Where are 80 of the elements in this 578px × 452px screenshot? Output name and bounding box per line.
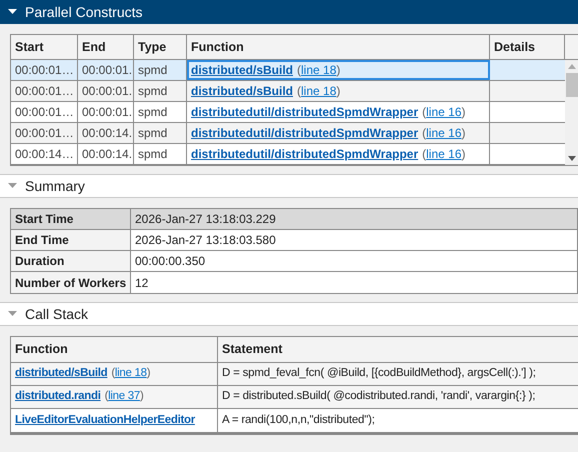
function-link[interactable]: distributedutil/distributedSpmdWrapper: [191, 105, 418, 119]
table-cell: spmd: [134, 123, 187, 143]
collapse-triangle-icon: [8, 183, 17, 189]
function-link[interactable]: distributedutil/distributedSpmdWrapper: [191, 147, 418, 161]
paren: (: [422, 147, 426, 161]
column-header[interactable]: Details: [490, 35, 565, 59]
table-row[interactable]: 00:00:14… 00:00:14. spmd distributedutil/distributedSpmdWrapper (line 16): [11, 144, 565, 165]
function-link[interactable]: distributed/sBuild: [191, 84, 293, 98]
column-header[interactable]: Statement: [218, 337, 578, 362]
table-row[interactable]: 00:00:01… 00:00:01. spmd distributed/sBuild (line 18): [11, 81, 565, 102]
paren: (: [104, 390, 108, 402]
function-link[interactable]: distributed/sBuild: [15, 367, 108, 380]
function-link[interactable]: LiveEditorEvaluationHelperEeditor: [15, 414, 195, 426]
scrollbar[interactable]: [565, 60, 578, 165]
table-cell: 00:00:01.: [78, 102, 134, 122]
summary-label: Number of Workers: [11, 272, 131, 293]
collapse-triangle-icon: [8, 9, 17, 15]
paren: (: [297, 63, 301, 77]
column-header[interactable]: Function: [11, 337, 218, 362]
table-cell: 00:00:01…: [11, 102, 78, 122]
paren: ): [462, 105, 466, 119]
table-cell: 00:00:01…: [11, 123, 78, 143]
table-cell: spmd: [134, 60, 187, 80]
table-cell: 00:00:01.: [78, 60, 134, 80]
summary-label: End Time: [11, 230, 131, 250]
statement-cell-text: D = spmd_feval_fcn( @iBuild, [{codBuildMethod}, argsCell(:).'] );: [221, 366, 537, 382]
paren: ): [336, 63, 340, 77]
summary-label: Duration: [11, 251, 131, 271]
scroll-down-icon[interactable]: [568, 156, 576, 161]
column-header[interactable]: Type: [134, 35, 187, 59]
section-header[interactable]: Summary: [0, 174, 578, 198]
table-cell: 00:00:01…: [11, 60, 78, 80]
table-cell: 00:00:01.: [78, 81, 134, 101]
column-header[interactable]: Function: [187, 35, 490, 59]
line-link[interactable]: line 37: [108, 390, 140, 402]
column-header[interactable]: Start: [11, 35, 78, 59]
summary-value: 2026-Jan-27 13:18:03.229: [134, 211, 277, 228]
paren: (: [111, 367, 115, 380]
table-cell: 00:00:14…: [11, 144, 78, 164]
table-row[interactable]: 00:00:01… 00:00:01. spmd distributedutil/distributedSpmdWrapper (line 16): [11, 102, 565, 123]
function-link[interactable]: distributed.randi: [15, 390, 101, 402]
paren: (: [297, 84, 301, 98]
line-link[interactable]: line 18: [301, 84, 336, 98]
section-header[interactable]: Parallel Constructs: [0, 0, 578, 24]
function-link[interactable]: distributedutil/distributedSpmdWrapper: [191, 126, 418, 140]
line-link[interactable]: line 16: [426, 126, 462, 140]
statement-cell-text: D = distributed.sBuild( @codistributed.randi, 'randi', varargin{:} );: [221, 389, 536, 404]
summary-value: 00:00:00.350: [134, 253, 206, 270]
table-row[interactable]: 00:00:01… 00:00:14. spmd distributedutil/distributedSpmdWrapper (line 16): [11, 123, 565, 144]
table-cell: 00:00:14.: [78, 144, 134, 164]
statement-cell-text: A = randi(100,n,n,"distributed");: [221, 412, 376, 428]
summary-label: Start Time: [11, 209, 131, 229]
line-link[interactable]: line 18: [301, 63, 336, 77]
table-cell: 00:00:14.: [78, 123, 134, 143]
section-title: Call Stack: [25, 304, 88, 324]
paren: ): [462, 126, 466, 140]
paren: ): [336, 84, 340, 98]
paren: ): [140, 390, 144, 402]
summary-value: 2026-Jan-27 13:18:03.580: [134, 232, 277, 249]
section-header[interactable]: Call Stack: [0, 302, 578, 326]
table-row[interactable]: 00:00:01… 00:00:01. spmd distributed/sBuild (line 18): [11, 60, 565, 81]
collapse-triangle-icon: [8, 311, 17, 317]
scroll-up-icon[interactable]: [568, 64, 576, 69]
paren: ): [462, 147, 466, 161]
line-link[interactable]: line 16: [426, 105, 462, 119]
paren: (: [422, 126, 426, 140]
line-link[interactable]: line 18: [114, 367, 147, 380]
summary-value: 12: [134, 274, 150, 292]
paren: ): [146, 367, 150, 380]
table-cell: spmd: [134, 81, 187, 101]
scrollbar-thumb[interactable]: [566, 73, 578, 97]
function-link[interactable]: distributed/sBuild: [191, 63, 293, 77]
paren: (: [422, 105, 426, 119]
table-cell: 00:00:01…: [11, 81, 78, 101]
table-cell: spmd: [134, 102, 187, 122]
column-header[interactable]: End: [78, 35, 134, 59]
table-cell: spmd: [134, 144, 187, 164]
section-title: Parallel Constructs: [25, 2, 142, 22]
line-link[interactable]: line 16: [426, 147, 462, 161]
section-title: Summary: [25, 176, 85, 196]
